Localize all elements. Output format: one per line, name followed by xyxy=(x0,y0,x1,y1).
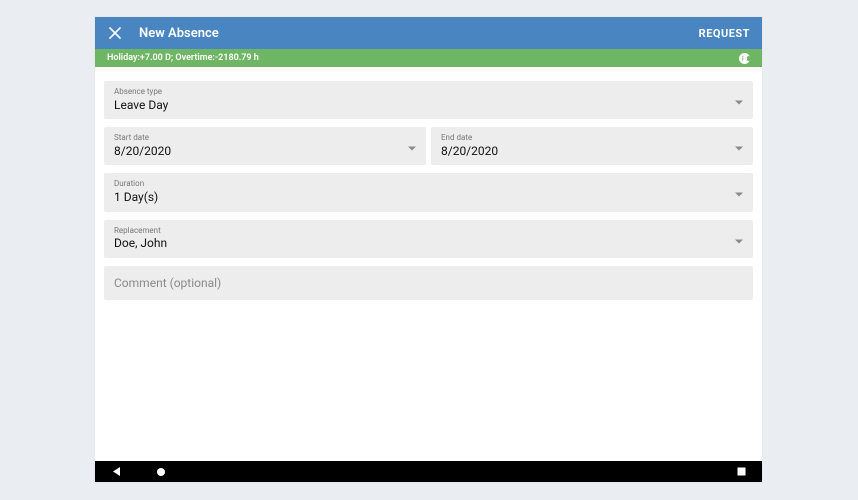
end-date-field[interactable]: End date 8/20/2020 xyxy=(431,127,753,165)
nav-recent-button[interactable] xyxy=(737,467,746,476)
comment-input[interactable]: Comment (optional) xyxy=(104,266,753,300)
comment-placeholder: Comment (optional) xyxy=(114,276,743,290)
form-content: Absence type Leave Day Start date 8/20/2… xyxy=(95,67,762,461)
absence-type-label: Absence type xyxy=(114,87,743,97)
chevron-down-icon xyxy=(735,183,743,202)
start-date-label: Start date xyxy=(114,133,416,143)
chevron-down-icon xyxy=(735,137,743,156)
circle-home-icon xyxy=(156,467,166,477)
end-date-label: End date xyxy=(441,133,743,143)
chevron-down-icon xyxy=(408,137,416,156)
absence-type-value: Leave Day xyxy=(114,98,743,114)
duration-label: Duration xyxy=(114,179,743,189)
square-recent-icon xyxy=(737,467,746,476)
info-bar-text: Holiday:+7.00 D; Overtime:-2180.79 h xyxy=(107,53,259,63)
info-bar: Holiday:+7.00 D; Overtime:-2180.79 h xyxy=(95,49,762,67)
page-title: New Absence xyxy=(139,26,219,41)
android-nav-bar xyxy=(95,461,762,482)
replacement-value: Doe, John xyxy=(114,236,743,252)
nav-back-button[interactable] xyxy=(111,466,122,477)
absence-type-select[interactable]: Absence type Leave Day xyxy=(104,81,753,119)
app-window: New Absence REQUEST Holiday:+7.00 D; Ove… xyxy=(95,17,762,482)
app-bar: New Absence REQUEST xyxy=(95,17,762,49)
replacement-label: Replacement xyxy=(114,226,743,236)
close-icon xyxy=(109,27,121,39)
start-date-value: 8/20/2020 xyxy=(114,144,416,160)
nav-home-button[interactable] xyxy=(156,467,166,477)
triangle-back-icon xyxy=(111,466,122,477)
chevron-down-icon xyxy=(735,91,743,110)
chevron-down-icon xyxy=(735,229,743,248)
end-date-value: 8/20/2020 xyxy=(441,144,743,160)
info-icon[interactable] xyxy=(739,53,750,64)
replacement-select[interactable]: Replacement Doe, John xyxy=(104,220,753,258)
duration-value: 1 Day(s) xyxy=(114,190,743,206)
close-button[interactable] xyxy=(107,25,123,41)
request-button[interactable]: REQUEST xyxy=(699,27,750,40)
start-date-field[interactable]: Start date 8/20/2020 xyxy=(104,127,426,165)
duration-select[interactable]: Duration 1 Day(s) xyxy=(104,173,753,211)
